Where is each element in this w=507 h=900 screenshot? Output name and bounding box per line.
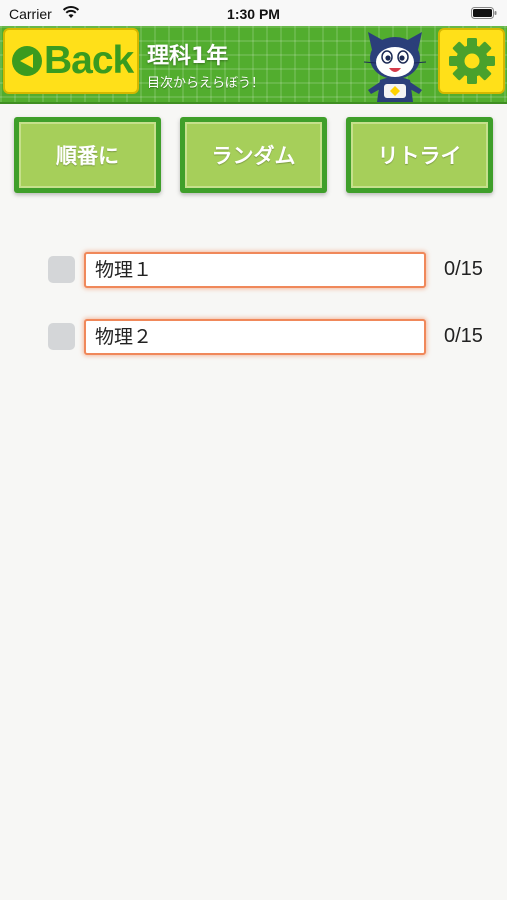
retry-mode-button[interactable]: リトライ <box>346 117 493 193</box>
back-button[interactable]: Back <box>3 28 139 94</box>
chapter-name-button[interactable]: 物理２ <box>84 319 426 355</box>
settings-button[interactable] <box>438 28 505 94</box>
mascot-cat-image <box>363 32 427 102</box>
page-subtitle: 目次からえらぼう！ <box>147 76 265 91</box>
back-arrow-icon <box>12 46 42 76</box>
header-bar: Back 理科1年 目次からえらぼう！ <box>0 26 507 104</box>
chapter-score: 0/15 <box>444 325 483 347</box>
order-mode-label: 順番に <box>19 122 156 188</box>
status-time: 1:30 PM <box>227 6 280 22</box>
gear-icon <box>448 38 495 84</box>
status-bar: Carrier 1:30 PM <box>0 0 507 26</box>
chapter-name-button[interactable]: 物理１ <box>84 252 426 288</box>
random-mode-label: ランダム <box>185 122 322 188</box>
list-item: 物理２ 0/15 <box>0 319 507 359</box>
chapter-checkbox[interactable] <box>48 256 75 283</box>
chapter-checkbox[interactable] <box>48 323 75 350</box>
random-mode-button[interactable]: ランダム <box>180 117 327 193</box>
retry-mode-label: リトライ <box>351 122 488 188</box>
order-mode-button[interactable]: 順番に <box>14 117 161 193</box>
battery-icon <box>471 7 497 19</box>
chapter-score: 0/15 <box>444 258 483 280</box>
list-item: 物理１ 0/15 <box>0 252 507 292</box>
page-title: 理科1年 <box>147 44 229 69</box>
back-label: Back <box>44 39 134 82</box>
